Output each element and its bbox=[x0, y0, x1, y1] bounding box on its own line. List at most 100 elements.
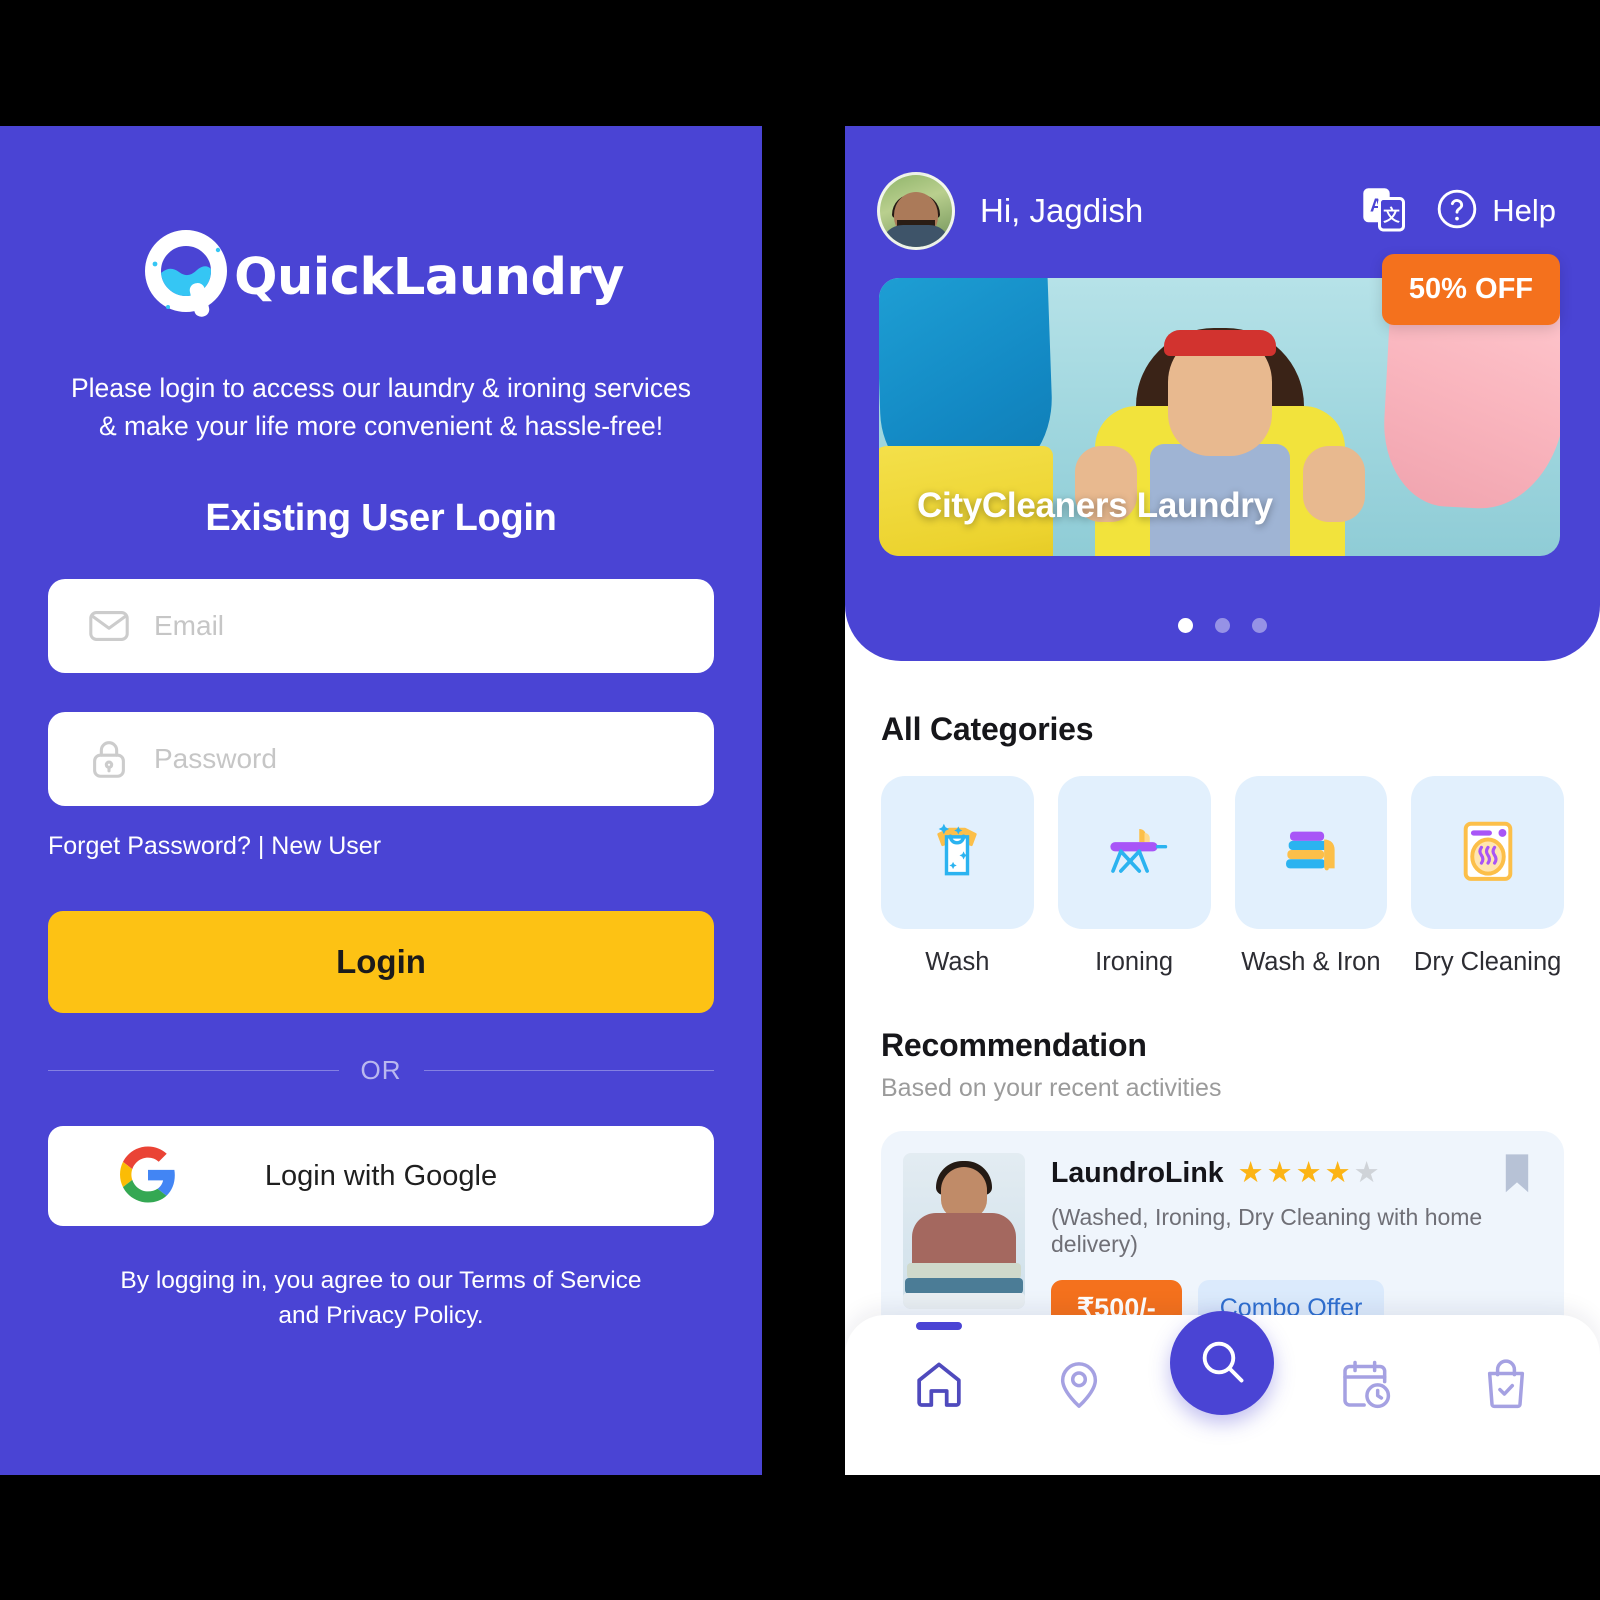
help-button[interactable]: Help bbox=[1434, 186, 1556, 237]
category-item-wash-and-iron[interactable]: Wash & Iron bbox=[1234, 776, 1388, 977]
forget-password-link[interactable]: Forget Password? bbox=[48, 832, 251, 860]
greeting-text: Hi, Jagdish bbox=[980, 192, 1144, 229]
password-input[interactable] bbox=[154, 712, 714, 807]
bookmark-icon[interactable] bbox=[1500, 1153, 1534, 1200]
star-filled: ★ bbox=[1237, 1156, 1264, 1189]
promo-banner-wrapper: CityCleaners Laundry 50% OFF bbox=[879, 254, 1560, 556]
legal-line2: and Privacy Policy. bbox=[278, 1302, 484, 1330]
recommendation-thumbnail bbox=[903, 1152, 1025, 1309]
carousel-dot-3[interactable] bbox=[1252, 618, 1267, 633]
email-field-wrapper[interactable] bbox=[48, 579, 714, 674]
discount-badge: 50% OFF bbox=[1381, 254, 1560, 325]
recommendation-subheading: Based on your recent activities bbox=[881, 1073, 1222, 1102]
category-item-wash[interactable]: Wash bbox=[881, 776, 1034, 977]
star-empty: ★ bbox=[1353, 1156, 1380, 1189]
quicklaundry-q-icon bbox=[138, 225, 242, 329]
recommendation-name: LaundroLink bbox=[1051, 1156, 1224, 1189]
ironing-board-icon bbox=[1092, 808, 1176, 897]
banner-person-right-thumb bbox=[1302, 446, 1365, 522]
login-screen: QuickLaundry Please login to access our … bbox=[0, 126, 762, 1475]
user-greeting-block[interactable]: Hi, Jagdish bbox=[877, 172, 1143, 250]
search-icon bbox=[1196, 1335, 1248, 1392]
bottom-navigation bbox=[845, 1311, 1600, 1475]
login-tagline: Please login to access our laundry & iro… bbox=[48, 370, 714, 445]
home-screen: Hi, Jagdish A 文 Help CityCleaners Laundr… bbox=[845, 126, 1600, 1475]
thumb-towel-2 bbox=[905, 1277, 1023, 1294]
folded-clothes-icon bbox=[1269, 808, 1353, 897]
legal-text: By logging in, you agree to our Terms of… bbox=[48, 1264, 714, 1334]
carousel-dot-2[interactable] bbox=[1215, 618, 1230, 633]
category-label: Dry Cleaning bbox=[1413, 947, 1562, 976]
nav-item-location[interactable] bbox=[1031, 1338, 1127, 1434]
nav-item-schedule[interactable] bbox=[1318, 1338, 1414, 1434]
category-list: Wash Ironing Wash & Iron Dry Cleaning bbox=[881, 776, 1564, 977]
translate-icon[interactable]: A 文 bbox=[1360, 185, 1408, 238]
page-title: Existing User Login bbox=[205, 497, 557, 540]
nav-item-search[interactable] bbox=[1170, 1311, 1275, 1415]
login-tagline-line1: Please login to access our laundry & iro… bbox=[70, 373, 692, 403]
category-label: Wash bbox=[925, 947, 990, 976]
brand-logo: QuickLaundry bbox=[48, 224, 714, 330]
star-filled: ★ bbox=[1266, 1156, 1293, 1189]
recommendation-description: (Washed, Ironing, Dry Cleaning with home… bbox=[1051, 1203, 1483, 1257]
google-login-label: Login with Google bbox=[264, 1159, 498, 1192]
helper-separator: | bbox=[257, 832, 265, 861]
or-divider: OR bbox=[48, 1055, 714, 1086]
email-input[interactable] bbox=[154, 579, 714, 674]
category-tile bbox=[1234, 776, 1388, 929]
login-tagline-line2: & make your life more convenient & hassl… bbox=[98, 410, 664, 441]
tshirt-sparkle-icon bbox=[915, 808, 999, 897]
recommendation-heading: Recommendation bbox=[881, 1026, 1147, 1063]
category-label: Wash & Iron bbox=[1241, 947, 1381, 976]
recommendation-title-row: LaundroLink ★ ★ ★ ★ ★ bbox=[1051, 1157, 1538, 1190]
nav-item-home[interactable] bbox=[891, 1322, 987, 1434]
avatar-body bbox=[881, 225, 951, 247]
screenshot-stage: QuickLaundry Please login to access our … bbox=[0, 0, 1600, 1600]
help-circle-icon bbox=[1434, 186, 1480, 237]
category-label: Ironing bbox=[1095, 947, 1174, 976]
envelope-icon bbox=[86, 603, 132, 649]
help-label: Help bbox=[1492, 193, 1556, 228]
new-user-link[interactable]: New User bbox=[271, 832, 381, 860]
thumb-person-head bbox=[941, 1166, 987, 1219]
map-pin-icon bbox=[1051, 1356, 1107, 1417]
bag-check-icon bbox=[1478, 1356, 1534, 1417]
washing-machine-icon bbox=[1446, 808, 1530, 897]
divider-line-right bbox=[423, 1070, 714, 1072]
category-item-ironing[interactable]: Ironing bbox=[1057, 776, 1211, 977]
star-filled: ★ bbox=[1295, 1156, 1322, 1189]
carousel-dot-1[interactable] bbox=[1178, 618, 1193, 633]
brand-name: QuickLaundry bbox=[234, 247, 624, 307]
nav-item-orders[interactable] bbox=[1458, 1338, 1554, 1434]
home-content: All Categories Wash Ironing Wash & Iron … bbox=[845, 711, 1600, 1361]
banner-person-headband bbox=[1163, 330, 1276, 356]
categories-heading: All Categories bbox=[881, 711, 1094, 747]
category-tile bbox=[881, 776, 1034, 929]
legal-line1: By logging in, you agree to our Terms of… bbox=[120, 1267, 642, 1295]
category-tile bbox=[1057, 776, 1211, 929]
svg-text:文: 文 bbox=[1383, 205, 1400, 225]
password-field-wrapper[interactable] bbox=[48, 712, 714, 807]
lock-icon bbox=[86, 736, 132, 782]
login-helper-links: Forget Password? | New User bbox=[48, 832, 714, 861]
carousel-dots bbox=[845, 618, 1600, 633]
avatar[interactable] bbox=[877, 172, 955, 250]
banner-title: CityCleaners Laundry bbox=[917, 486, 1273, 525]
home-top-bar: Hi, Jagdish A 文 Help bbox=[845, 126, 1600, 250]
login-button[interactable]: Login bbox=[48, 911, 714, 1014]
active-indicator bbox=[915, 1322, 962, 1330]
recommendation-details: LaundroLink ★ ★ ★ ★ ★ (Washed, Ironing, … bbox=[1051, 1153, 1538, 1337]
calendar-clock-icon bbox=[1338, 1356, 1394, 1417]
star-filled: ★ bbox=[1324, 1156, 1351, 1189]
google-g-icon bbox=[120, 1146, 176, 1206]
rating-stars: ★ ★ ★ ★ ★ bbox=[1237, 1156, 1380, 1189]
thumb-towel-3 bbox=[903, 1292, 1025, 1309]
google-login-button[interactable]: Login with Google bbox=[48, 1126, 714, 1227]
home-header-actions: A 文 Help bbox=[1360, 185, 1556, 238]
home-icon bbox=[911, 1356, 967, 1417]
home-hero-header: Hi, Jagdish A 文 Help CityCleaners Laundr… bbox=[845, 126, 1600, 661]
category-item-dry-cleaning[interactable]: Dry Cleaning bbox=[1411, 776, 1564, 977]
or-label: OR bbox=[360, 1055, 402, 1086]
divider-line-left bbox=[48, 1070, 339, 1072]
thumb-towel-1 bbox=[907, 1262, 1021, 1279]
